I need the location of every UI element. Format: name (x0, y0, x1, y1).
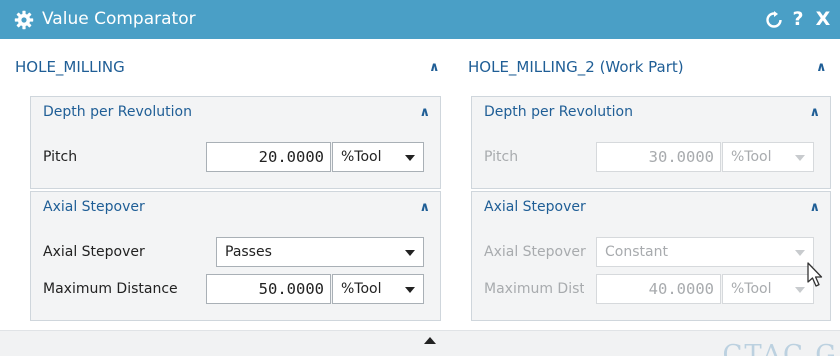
right-stepover-group: Axial Stepover ∧ Axial Stepover Constant… (471, 191, 831, 321)
axial-stepover-label: Axial Stepover (43, 244, 145, 260)
group-collapse-icon[interactable]: ∧ (809, 200, 820, 215)
axial-stepover-select[interactable]: Passes (216, 237, 424, 267)
maximum-distance-input: 40.0000 (596, 274, 721, 304)
close-button[interactable]: X (813, 7, 833, 31)
group-collapse-icon[interactable]: ∧ (419, 200, 430, 215)
pitch-unit-select: %Tool (722, 142, 814, 172)
group-header[interactable]: Depth per Revolution ∧ (31, 97, 440, 127)
mouse-cursor-icon (807, 262, 823, 287)
dropdown-caret-icon (795, 155, 805, 161)
pitch-label: Pitch (43, 149, 78, 165)
pitch-unit-value: %Tool (731, 149, 772, 165)
left-depth-group: Depth per Revolution ∧ Pitch 20.0000 %To… (30, 96, 441, 189)
maximum-distance-unit-select[interactable]: %Tool (332, 274, 424, 304)
pitch-unit-select[interactable]: %Tool (332, 142, 424, 172)
left-pane: HOLE_MILLING ∧ Depth per Revolution ∧ Pi… (0, 50, 450, 330)
maximum-distance-unit-value: %Tool (731, 281, 772, 297)
maximum-distance-label: Maximum Distance (43, 281, 178, 297)
dropdown-caret-icon (405, 250, 415, 256)
right-pane: HOLE_MILLING_2 (Work Part) ∧ Depth per R… (450, 50, 840, 330)
left-pane-title: HOLE_MILLING (15, 58, 125, 76)
maximum-distance-input[interactable]: 50.0000 (206, 274, 331, 304)
group-title: Depth per Revolution (484, 104, 633, 120)
group-title: Axial Stepover (484, 199, 586, 215)
right-depth-group: Depth per Revolution ∧ Pitch 30.0000 %To… (471, 96, 831, 189)
pitch-input: 30.0000 (596, 142, 721, 172)
pitch-unit-value: %Tool (341, 149, 382, 165)
left-stepover-group: Axial Stepover ∧ Axial Stepover Passes M… (30, 191, 441, 321)
maximum-distance-label: Maximum Distance (484, 281, 584, 297)
axial-stepover-label: Axial Stepover (484, 244, 586, 260)
maximum-distance-unit-select: %Tool (722, 274, 814, 304)
right-pane-title: HOLE_MILLING_2 (Work Part) (468, 58, 684, 76)
axial-stepover-select: Constant (596, 237, 814, 267)
group-collapse-icon[interactable]: ∧ (419, 105, 430, 120)
title-bar: Value Comparator ? X (0, 0, 840, 39)
watermark-logo: CTAC G (722, 340, 838, 356)
axial-stepover-value: Passes (225, 244, 272, 260)
window-title: Value Comparator (42, 9, 196, 29)
bottom-bar (0, 330, 840, 356)
reset-icon[interactable] (765, 11, 783, 29)
dropdown-caret-icon (405, 155, 415, 161)
axial-stepover-value: Constant (605, 244, 668, 260)
maximum-distance-unit-value: %Tool (341, 281, 382, 297)
group-header[interactable]: Depth per Revolution ∧ (472, 97, 830, 127)
group-header[interactable]: Axial Stepover ∧ (31, 192, 440, 222)
pitch-input[interactable]: 20.0000 (206, 142, 331, 172)
group-header[interactable]: Axial Stepover ∧ (472, 192, 830, 222)
right-pane-collapse-icon[interactable]: ∧ (816, 60, 827, 75)
dropdown-caret-icon (795, 287, 805, 293)
left-pane-collapse-icon[interactable]: ∧ (429, 60, 440, 75)
group-title: Depth per Revolution (43, 104, 192, 120)
help-button[interactable]: ? (790, 7, 806, 31)
pitch-label: Pitch (484, 149, 519, 165)
group-title: Axial Stepover (43, 199, 145, 215)
expand-up-arrow-icon[interactable] (424, 337, 436, 344)
gear-icon (14, 10, 34, 30)
dropdown-caret-icon (795, 250, 805, 256)
dropdown-caret-icon (405, 287, 415, 293)
group-collapse-icon[interactable]: ∧ (809, 105, 820, 120)
